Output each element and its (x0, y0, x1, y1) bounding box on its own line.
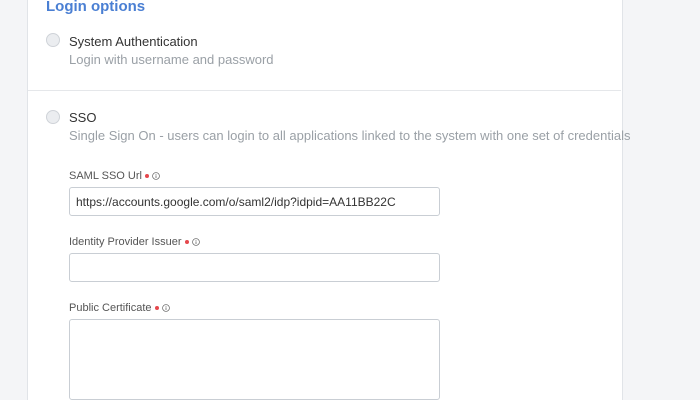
identity-provider-issuer-field-label: Identity Provider Issuer (69, 236, 200, 248)
system-auth-radio[interactable] (46, 33, 60, 47)
sso-radio[interactable] (46, 110, 60, 124)
option-divider (28, 90, 621, 91)
identity-provider-issuer-label: Identity Provider Issuer (69, 236, 182, 248)
info-icon[interactable] (152, 172, 160, 180)
saml-sso-url-label: SAML SSO Url (69, 170, 142, 182)
required-indicator (154, 306, 159, 310)
sso-description: Single Sign On - users can login to all … (69, 128, 631, 143)
sso-label[interactable]: SSO (69, 110, 96, 125)
public-certificate-label: Public Certificate (69, 302, 152, 314)
required-indicator (144, 174, 149, 178)
saml-sso-url-input[interactable] (69, 187, 440, 216)
info-icon[interactable] (191, 238, 200, 246)
saml-sso-url-field-label: SAML SSO Url (69, 170, 160, 182)
required-indicator (184, 240, 189, 244)
identity-provider-issuer-input[interactable] (69, 253, 440, 282)
system-auth-description: Login with username and password (69, 52, 274, 67)
public-certificate-field-label: Public Certificate (69, 302, 170, 314)
system-auth-label[interactable]: System Authentication (69, 34, 198, 49)
info-icon[interactable] (161, 304, 170, 312)
public-certificate-textarea[interactable] (69, 319, 440, 400)
section-title: Login options (46, 0, 146, 15)
